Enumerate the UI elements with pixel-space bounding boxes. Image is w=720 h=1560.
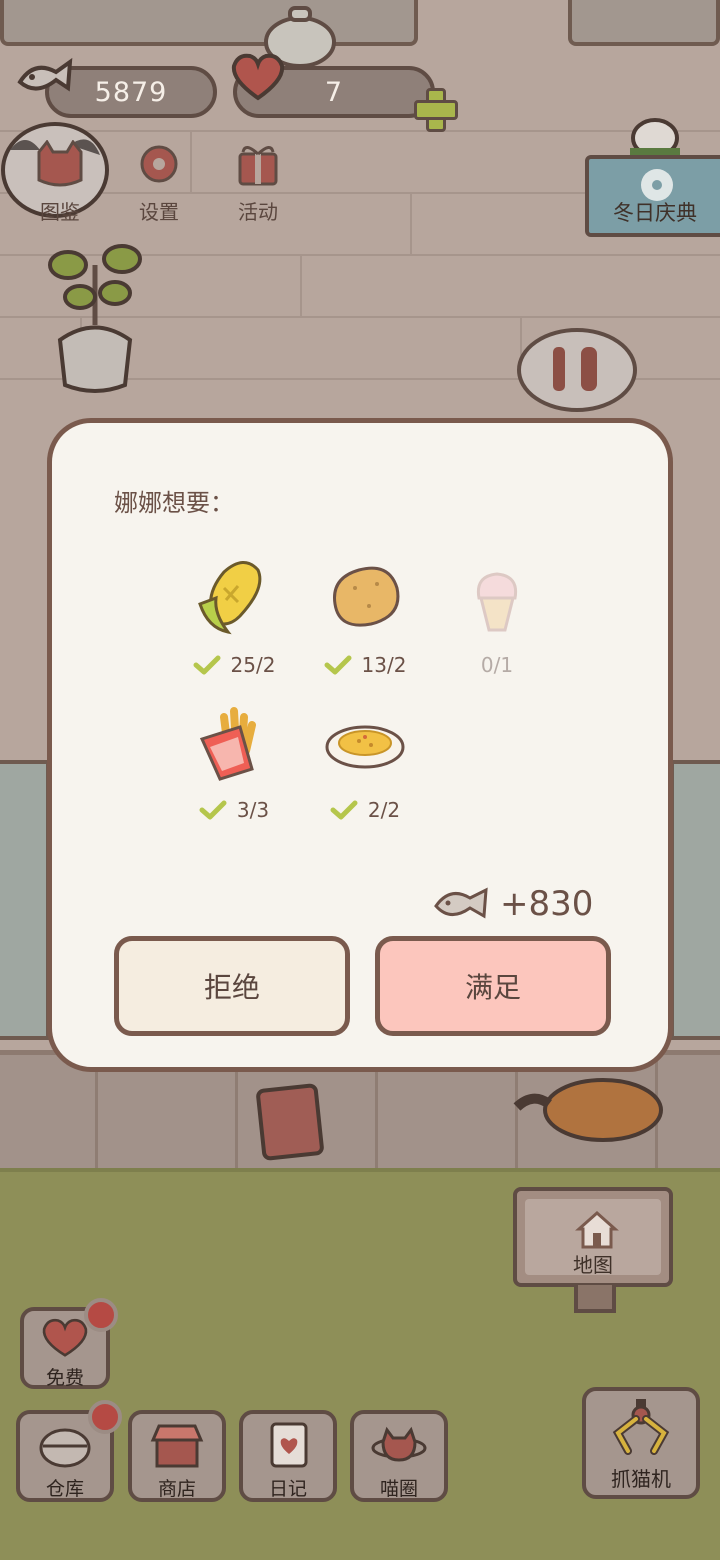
fish-currency-value: 5879 <box>94 76 168 108</box>
ice-cream-count: 0/1 <box>480 653 514 677</box>
potted-plant-decoration <box>48 244 142 393</box>
item-count: 3/3 <box>174 798 294 822</box>
refuse-label: 拒绝 <box>203 971 260 1004</box>
food-speech-bubble <box>517 328 637 412</box>
window-left <box>0 760 50 1040</box>
cat-circle-button[interactable]: 喵圈 <box>350 1410 448 1502</box>
omelette-count: 2/2 <box>367 798 401 822</box>
shop-label: 商店 <box>157 1478 196 1500</box>
settings-button[interactable]: 设置 <box>115 140 203 224</box>
events-button[interactable]: 活动 <box>214 140 302 224</box>
reward-amount: +830 <box>500 884 594 924</box>
fries-count: 3/3 <box>236 798 270 822</box>
bird-decoration <box>630 118 680 158</box>
shop-button[interactable]: 商店 <box>128 1410 226 1502</box>
item-count: 25/2 <box>174 653 294 677</box>
add-heart-button[interactable] <box>414 88 458 132</box>
item-count: 13/2 <box>305 653 425 677</box>
fries-icon <box>199 707 256 781</box>
floor-plank <box>95 1055 98 1170</box>
item-count: 2/2 <box>305 798 425 822</box>
basket-icon <box>39 1428 91 1468</box>
check-icon <box>324 655 352 675</box>
heart-icon <box>231 53 285 101</box>
floor-plank <box>235 1055 238 1170</box>
map-sign-button[interactable]: 地图 <box>513 1187 673 1287</box>
floor-plank <box>375 1055 378 1170</box>
dialog-title: 娜娜想要： <box>114 489 234 517</box>
sign-post <box>574 1285 616 1313</box>
shelf <box>0 0 418 46</box>
potato-count: 13/2 <box>361 653 407 677</box>
heart-currency-value: 7 <box>324 76 344 108</box>
warehouse-label: 仓库 <box>45 1478 84 1500</box>
accept-label: 满足 <box>464 971 521 1004</box>
heart-icon <box>42 1318 88 1357</box>
fish-icon <box>434 887 488 919</box>
cat-circle-label: 喵圈 <box>379 1478 418 1500</box>
notification-badge <box>88 1400 122 1434</box>
check-icon <box>199 800 227 820</box>
diary-label: 日记 <box>268 1478 307 1500</box>
diary-button[interactable]: 日记 <box>239 1410 337 1502</box>
cat-planet-icon <box>371 1426 427 1462</box>
item-count: 0/1 <box>437 653 557 677</box>
request-item-fries: 3/3 <box>174 703 294 833</box>
check-icon <box>193 655 221 675</box>
corn-icon <box>198 561 262 635</box>
request-item-corn: 25/2 <box>174 558 294 688</box>
shop-icon <box>150 1424 204 1468</box>
free-label: 免费 <box>45 1367 84 1389</box>
encyclopedia-label: 图鉴 <box>40 200 80 224</box>
refuse-button[interactable]: 拒绝 <box>114 936 350 1036</box>
potato-icon <box>333 566 400 627</box>
reward: +830 <box>432 879 593 929</box>
cat-face-icon <box>37 139 83 187</box>
orange-cat-decoration <box>513 1078 663 1142</box>
encyclopedia-button[interactable]: 图鉴 <box>16 139 104 224</box>
house-icon <box>575 1210 619 1249</box>
notification-badge <box>84 1298 118 1332</box>
events-label: 活动 <box>238 200 278 224</box>
request-item-omelette: 2/2 <box>305 703 425 833</box>
shelf <box>568 0 720 46</box>
claw-icon <box>612 1399 670 1455</box>
brick-line <box>410 192 412 254</box>
gear-icon <box>140 145 178 183</box>
check-icon <box>330 800 358 820</box>
corn-count: 25/2 <box>230 653 276 677</box>
request-item-potato: 13/2 <box>305 558 425 688</box>
request-dialog: 娜娜想要： 25/2 13/2 0/1 3/3 2/2 +830 拒绝 满足 <box>47 418 673 1072</box>
gift-icon <box>238 146 278 186</box>
winter-festival-label: 冬日庆典 <box>613 201 697 225</box>
book-decoration <box>256 1083 324 1161</box>
map-label: 地图 <box>573 1253 613 1277</box>
accept-button[interactable]: 满足 <box>375 936 611 1036</box>
request-item-ice-cream: 0/1 <box>437 558 557 688</box>
diary-icon <box>270 1422 308 1468</box>
claw-machine-label: 抓猫机 <box>611 1467 671 1491</box>
brick-line <box>300 254 302 316</box>
omelette-plate-icon <box>325 725 405 769</box>
claw-machine-button[interactable]: 抓猫机 <box>582 1387 700 1499</box>
fish-icon <box>17 57 73 92</box>
winter-festival-banner[interactable]: 冬日庆典 <box>585 155 720 237</box>
settings-label: 设置 <box>139 200 179 224</box>
ice-cream-icon <box>476 572 518 632</box>
window-right <box>670 760 720 1040</box>
